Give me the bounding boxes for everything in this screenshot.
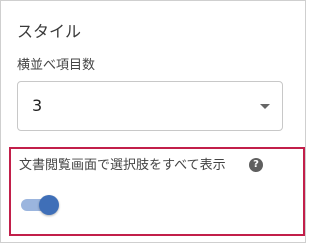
show-all-options-toggle[interactable] [21, 195, 59, 215]
toggle-thumb [39, 195, 59, 215]
section-title: スタイル [17, 22, 82, 41]
help-icon[interactable]: ? [249, 158, 263, 172]
show-all-options-setting: 文書閲覧画面で選択肢をすべて表示 ? [9, 147, 305, 236]
chevron-down-icon [260, 104, 270, 109]
columns-count-value: 3 [32, 96, 43, 115]
columns-count-label: 横並べ項目数 [17, 58, 96, 73]
columns-count-select[interactable]: 3 [17, 81, 283, 131]
show-all-options-label: 文書閲覧画面で選択肢をすべて表示 [19, 158, 226, 173]
style-settings-panel: スタイル 横並べ項目数 3 文書閲覧画面で選択肢をすべて表示 ? [0, 0, 306, 243]
